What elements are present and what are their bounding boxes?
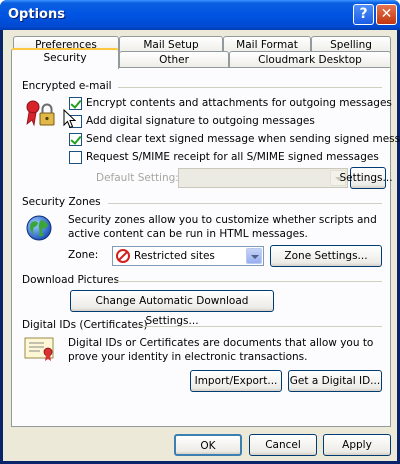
digital-ids-heading: Digital IDs (Certificates) [22, 319, 148, 331]
help-button[interactable]: ? [353, 4, 374, 25]
request-smime-receipt-label[interactable]: Request S/MIME receipt for all S/MIME si… [86, 151, 379, 163]
cancel-button[interactable]: Cancel [249, 434, 317, 456]
settings-button[interactable]: Settings... [339, 167, 393, 189]
security-zones-heading: Security Zones [22, 196, 101, 208]
import-export-button[interactable]: Import/Export... [190, 370, 282, 392]
group-divider [118, 87, 382, 88]
apply-button[interactable]: Apply [323, 434, 391, 456]
ok-button[interactable]: OK [174, 434, 242, 456]
request-smime-receipt-checkbox[interactable] [69, 151, 82, 164]
restricted-icon [116, 249, 130, 263]
group-divider [108, 203, 382, 204]
default-setting-label: Default Setting: [96, 172, 179, 184]
encrypt-lock-icon [24, 98, 58, 130]
certificate-icon [24, 336, 56, 362]
zone-dropdown[interactable]: Restricted sites [112, 246, 264, 266]
encrypt-contents-label[interactable]: Encrypt contents and attachments for out… [86, 97, 392, 109]
dialog-client: Preferences Mail Setup Mail Format Spell… [3, 30, 400, 461]
tab-security[interactable]: Security [11, 48, 119, 69]
change-download-settings-button[interactable]: Change Automatic Download Settings... [70, 290, 274, 327]
download-pictures-heading: Download Pictures [22, 274, 120, 286]
window-title: Options [8, 7, 65, 22]
security-tab-panel: Encrypted e-mail Encrypt contents and at… [11, 67, 400, 427]
settings-button-label: Settings... [339, 172, 393, 184]
mouse-pointer-icon [63, 108, 77, 129]
chevron-down-icon [246, 248, 262, 264]
encrypted-email-heading: Encrypted e-mail [22, 80, 112, 92]
add-digital-signature-label[interactable]: Add digital signature to outgoing messag… [86, 115, 315, 127]
options-window: Options ? ✕ Preferences Mail Setup Mail … [0, 0, 400, 464]
security-zones-description: Security zones allow you to customize wh… [68, 214, 377, 240]
get-digital-id-button[interactable]: Get a Digital ID... [288, 370, 382, 392]
send-clear-text-label[interactable]: Send clear text signed message when send… [86, 133, 400, 145]
send-clear-text-checkbox[interactable] [69, 133, 82, 146]
zone-value: Restricted sites [134, 250, 215, 262]
zone-settings-button[interactable]: Zone Settings... [270, 245, 382, 267]
group-divider [114, 281, 382, 282]
close-button[interactable]: ✕ [376, 4, 397, 25]
zone-label: Zone: [68, 249, 99, 261]
globe-icon [25, 214, 53, 242]
default-setting-dropdown [178, 168, 348, 188]
group-divider [136, 326, 382, 327]
digital-ids-description: Digital IDs or Certificates are document… [68, 337, 374, 363]
title-bar[interactable]: Options ? ✕ [0, 0, 400, 30]
